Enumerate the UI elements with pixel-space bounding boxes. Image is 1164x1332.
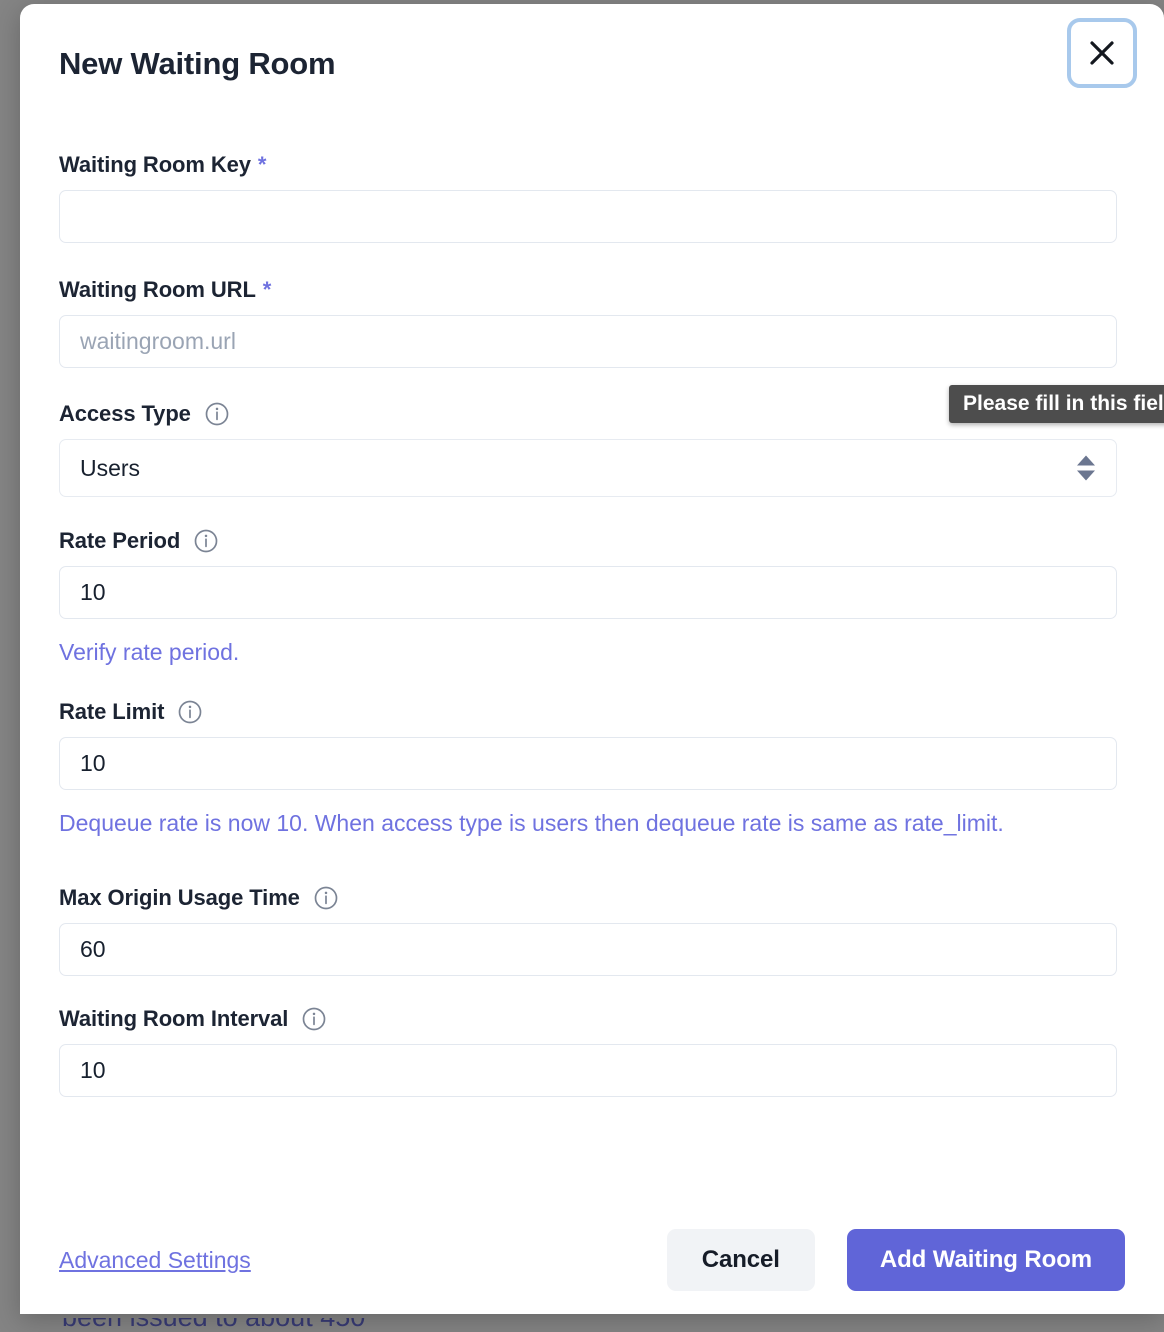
waiting-room-url-label-text: Waiting Room URL xyxy=(59,277,256,302)
new-waiting-room-dialog: New Waiting Room Waiting Room Key * Wait… xyxy=(20,4,1164,1314)
field-waiting-room-key: Waiting Room Key * xyxy=(59,152,1125,243)
rate-limit-input[interactable] xyxy=(59,737,1117,790)
required-asterisk: * xyxy=(262,277,272,302)
access-type-label-text: Access Type xyxy=(59,401,191,426)
page-title: New Waiting Room xyxy=(59,46,336,81)
field-rate-limit: Rate Limit Dequeue rate is now 10. When … xyxy=(59,699,1125,844)
waiting-room-key-input[interactable] xyxy=(59,190,1117,243)
waiting-room-interval-label: Waiting Room Interval xyxy=(59,1006,1125,1032)
field-waiting-room-url: Waiting Room URL * xyxy=(59,277,1125,368)
max-origin-usage-time-label: Max Origin Usage Time xyxy=(59,885,1125,911)
rate-limit-label: Rate Limit xyxy=(59,699,1125,725)
waiting-room-interval-input[interactable] xyxy=(59,1044,1117,1097)
add-waiting-room-button[interactable]: Add Waiting Room xyxy=(846,1229,1125,1291)
info-icon[interactable] xyxy=(194,529,218,553)
rate-limit-helper-text: Dequeue rate is now 10. When access type… xyxy=(59,810,1004,836)
waiting-room-url-label: Waiting Room URL * xyxy=(59,277,1125,303)
waiting-room-key-label: Waiting Room Key * xyxy=(59,152,1125,178)
field-waiting-room-interval: Waiting Room Interval xyxy=(59,1006,1125,1097)
access-type-select-wrap: Users xyxy=(59,439,1117,497)
waiting-room-interval-label-text: Waiting Room Interval xyxy=(59,1006,289,1031)
background-page-text: been issued to about 450 xyxy=(0,1318,1164,1332)
advanced-settings-link[interactable]: Advanced Settings xyxy=(59,1247,251,1274)
max-origin-usage-time-label-text: Max Origin Usage Time xyxy=(59,885,300,910)
info-icon[interactable] xyxy=(302,1007,326,1031)
info-icon[interactable] xyxy=(314,886,338,910)
waiting-room-url-input[interactable] xyxy=(59,315,1117,368)
access-type-select[interactable]: Users xyxy=(59,439,1117,497)
rate-limit-label-text: Rate Limit xyxy=(59,699,165,724)
rate-period-label-text: Rate Period xyxy=(59,528,181,553)
rate-period-input[interactable] xyxy=(59,566,1117,619)
waiting-room-key-label-text: Waiting Room Key xyxy=(59,152,251,177)
max-origin-usage-time-input[interactable] xyxy=(59,923,1117,976)
field-max-origin-usage-time: Max Origin Usage Time xyxy=(59,885,1125,976)
cancel-button[interactable]: Cancel xyxy=(666,1229,815,1291)
dialog-header: New Waiting Room xyxy=(20,4,1164,122)
info-icon[interactable] xyxy=(205,402,229,426)
required-asterisk: * xyxy=(257,152,267,177)
close-icon xyxy=(1087,38,1117,68)
footer-buttons: Cancel Add Waiting Room xyxy=(666,1229,1125,1291)
rate-period-helper-text: Verify rate period. xyxy=(59,639,240,665)
form-body: Waiting Room Key * Waiting Room URL * Ac… xyxy=(20,152,1164,1097)
validation-tooltip: Please fill in this field. xyxy=(949,385,1164,423)
dialog-footer: Advanced Settings Cancel Add Waiting Roo… xyxy=(20,1222,1164,1298)
field-rate-period: Rate Period Verify rate period. xyxy=(59,528,1125,673)
rate-period-label: Rate Period xyxy=(59,528,1125,554)
close-button[interactable] xyxy=(1067,18,1137,88)
info-icon[interactable] xyxy=(178,700,202,724)
background-page-text-line: been issued to about 450 xyxy=(62,1318,1164,1332)
